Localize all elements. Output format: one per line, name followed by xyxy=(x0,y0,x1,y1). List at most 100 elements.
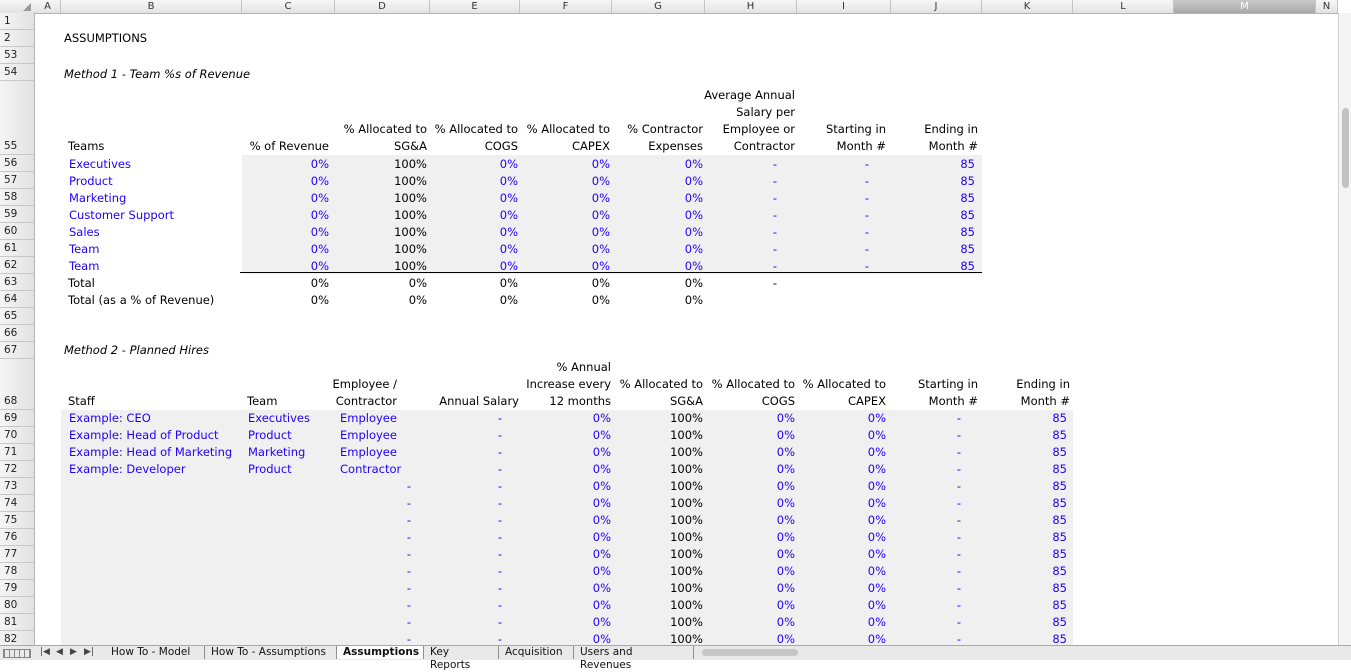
hire-ending-month[interactable]: 85 xyxy=(867,513,1067,527)
sheet-tab-how-to-assumptions[interactable]: How To - Assumptions xyxy=(205,646,337,659)
hire-alloc-capex[interactable]: 0% xyxy=(686,530,886,544)
header-employee-contractor[interactable]: Employee / xyxy=(197,377,398,391)
header-avg-salary[interactable]: Salary per xyxy=(595,105,795,119)
header-m2-ending-month[interactable]: Ending in xyxy=(870,377,1070,391)
row-header-70[interactable]: 70 xyxy=(0,427,35,444)
hire-staff[interactable]: Example: Head of Marketing xyxy=(69,445,232,459)
sheet-tab-how-to-model[interactable]: How To - Model xyxy=(105,646,205,659)
column-header-b[interactable]: B xyxy=(61,0,242,13)
team-contractor[interactable]: 0% xyxy=(503,191,703,205)
hire-alloc-capex[interactable]: 0% xyxy=(686,411,886,425)
team-ending-month[interactable]: 85 xyxy=(775,259,975,273)
hire-alloc-capex[interactable]: 0% xyxy=(686,581,886,595)
hire-ending-month[interactable]: 85 xyxy=(867,411,1067,425)
row-header-69[interactable]: 69 xyxy=(0,410,35,427)
row-header-72[interactable]: 72 xyxy=(0,461,35,478)
sheet-tab-assumptions[interactable]: Assumptions xyxy=(337,646,424,659)
row-header-66[interactable]: 66 xyxy=(0,325,35,342)
team-contractor[interactable]: 0% xyxy=(503,157,703,171)
column-header-h[interactable]: H xyxy=(705,0,797,13)
sheet-tab-users-and-revenues[interactable]: Users and Revenues xyxy=(574,646,694,671)
team-name[interactable]: Product xyxy=(69,174,113,188)
team-contractor[interactable]: 0% xyxy=(503,259,703,273)
column-header-m[interactable]: M xyxy=(1174,0,1316,13)
hire-ending-month[interactable]: 85 xyxy=(867,632,1067,646)
hire-ending-month[interactable]: 85 xyxy=(867,581,1067,595)
team-ending-month[interactable]: 85 xyxy=(775,225,975,239)
row-header-53[interactable]: 53 xyxy=(0,47,35,64)
hire-ending-month[interactable]: 85 xyxy=(867,462,1067,476)
hire-team[interactable]: Executives xyxy=(248,411,310,425)
header-avg-salary[interactable]: Average Annual xyxy=(595,88,795,102)
row-header-79[interactable]: 79 xyxy=(0,580,35,597)
hire-team[interactable]: Product xyxy=(248,462,292,476)
row-header-73[interactable]: 73 xyxy=(0,478,35,495)
team-ending-month[interactable]: 85 xyxy=(775,208,975,222)
team-contractor[interactable]: 0% xyxy=(503,225,703,239)
hire-ending-month[interactable]: 85 xyxy=(867,564,1067,578)
row-header-81[interactable]: 81 xyxy=(0,614,35,631)
sheet-tab-key-reports[interactable]: Key Reports xyxy=(424,646,499,671)
hire-alloc-capex[interactable]: 0% xyxy=(686,428,886,442)
hire-staff[interactable]: Example: Developer xyxy=(69,462,186,476)
header-staff[interactable]: Staff xyxy=(68,394,95,408)
row-header-59[interactable]: 59 xyxy=(0,206,35,223)
prev-sheet-icon[interactable]: ◀ xyxy=(56,646,63,659)
row-header-62[interactable]: 62 xyxy=(0,257,35,274)
row-header-56[interactable]: 56 xyxy=(0,155,35,172)
hire-alloc-capex[interactable]: 0% xyxy=(686,445,886,459)
team-name[interactable]: Team xyxy=(69,259,99,273)
hire-employee-contractor[interactable]: Employee xyxy=(340,445,397,459)
column-header-d[interactable]: D xyxy=(335,0,430,13)
total-contractor[interactable]: 0% xyxy=(503,276,703,290)
row-header-75[interactable]: 75 xyxy=(0,512,35,529)
horizontal-scroll-thumb[interactable] xyxy=(702,649,798,656)
hire-ending-month[interactable]: 85 xyxy=(867,530,1067,544)
last-sheet-icon[interactable]: ▶| xyxy=(84,646,94,659)
hire-alloc-capex[interactable]: 0% xyxy=(686,462,886,476)
row-header-71[interactable]: 71 xyxy=(0,444,35,461)
total-label[interactable]: Total xyxy=(68,276,95,290)
team-ending-month[interactable]: 85 xyxy=(775,191,975,205)
row-header-63[interactable]: 63 xyxy=(0,274,35,291)
row-header-76[interactable]: 76 xyxy=(0,529,35,546)
hire-alloc-capex[interactable]: 0% xyxy=(686,496,886,510)
hire-team[interactable]: Marketing xyxy=(248,445,305,459)
row-header-55[interactable]: 55 xyxy=(0,81,35,155)
header-teams[interactable]: Teams xyxy=(68,139,104,153)
column-header-l[interactable]: L xyxy=(1073,0,1174,13)
team-contractor[interactable]: 0% xyxy=(503,208,703,222)
row-header-67[interactable]: 67 xyxy=(0,342,35,359)
hire-ending-month[interactable]: 85 xyxy=(867,428,1067,442)
row-header-78[interactable]: 78 xyxy=(0,563,35,580)
row-header-68[interactable]: 68 xyxy=(0,359,35,410)
vertical-scrollbar[interactable] xyxy=(1338,13,1351,646)
hire-ending-month[interactable]: 85 xyxy=(867,479,1067,493)
column-header-f[interactable]: F xyxy=(520,0,612,13)
hire-alloc-capex[interactable]: 0% xyxy=(686,615,886,629)
column-header-n[interactable]: N xyxy=(1316,0,1338,13)
team-contractor[interactable]: 0% xyxy=(503,242,703,256)
row-header-74[interactable]: 74 xyxy=(0,495,35,512)
row-header-65[interactable]: 65 xyxy=(0,308,35,325)
hire-ending-month[interactable]: 85 xyxy=(867,547,1067,561)
hire-alloc-capex[interactable]: 0% xyxy=(686,632,886,646)
team-name[interactable]: Marketing xyxy=(69,191,126,205)
row-header-2[interactable]: 2 xyxy=(0,30,35,47)
header-ending-month[interactable]: Month # xyxy=(778,139,978,153)
hire-alloc-capex[interactable]: 0% xyxy=(686,598,886,612)
hire-ending-month[interactable]: 85 xyxy=(867,496,1067,510)
team-ending-month[interactable]: 85 xyxy=(775,174,975,188)
team-ending-month[interactable]: 85 xyxy=(775,242,975,256)
header-ending-month[interactable]: Ending in xyxy=(778,122,978,136)
hire-alloc-capex[interactable]: 0% xyxy=(686,564,886,578)
row-header-80[interactable]: 80 xyxy=(0,597,35,614)
header-annual-increase[interactable]: % Annual xyxy=(411,360,611,374)
row-header-54[interactable]: 54 xyxy=(0,64,35,81)
column-header-j[interactable]: J xyxy=(891,0,982,13)
column-header-g[interactable]: G xyxy=(612,0,705,13)
team-name[interactable]: Executives xyxy=(69,157,131,171)
next-sheet-icon[interactable]: ▶ xyxy=(70,646,77,659)
column-header-e[interactable]: E xyxy=(430,0,520,13)
hire-ending-month[interactable]: 85 xyxy=(867,615,1067,629)
